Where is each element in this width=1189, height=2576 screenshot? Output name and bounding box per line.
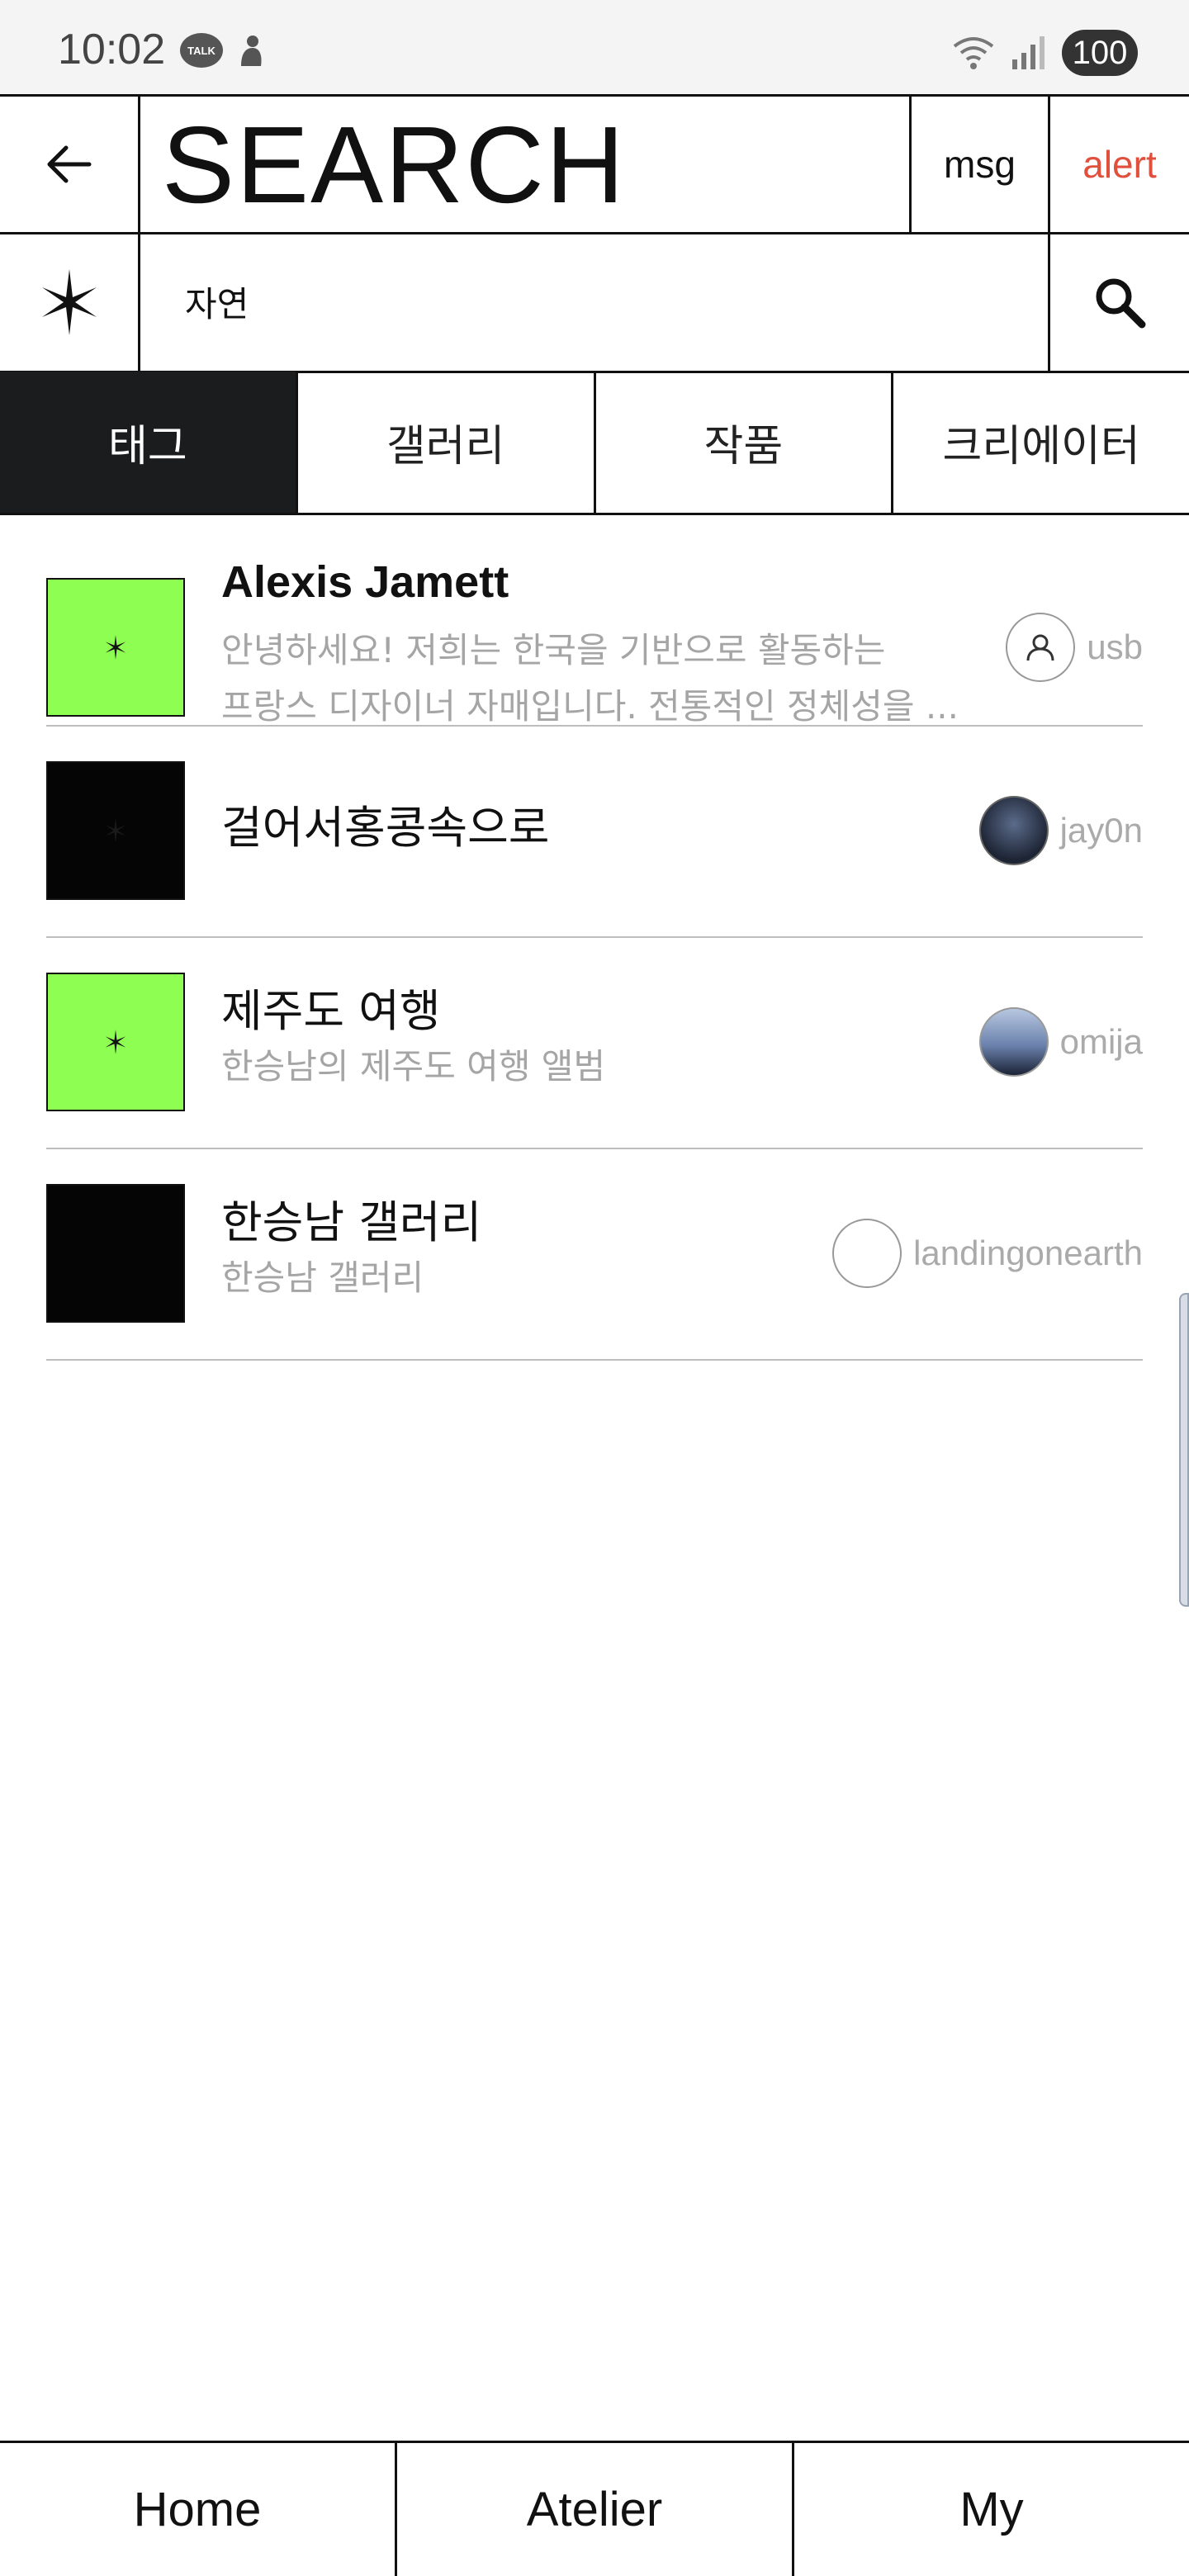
star-logo-icon xyxy=(105,1030,126,1054)
result-thumbnail xyxy=(46,973,185,1111)
avatar xyxy=(978,1007,1049,1077)
list-item[interactable]: Alexis Jamett 안녕하세요! 저희는 한국을 기반으로 활동하는 프… xyxy=(46,515,1143,727)
search-input[interactable]: 자연 xyxy=(140,233,1050,371)
creator-name: landingonearth xyxy=(913,1234,1143,1272)
page-title: SEARCH xyxy=(162,103,627,225)
star-logo-icon xyxy=(41,268,97,335)
result-description: 한승남의 제주도 여행 앨범 xyxy=(221,1046,606,1087)
tab-gallery[interactable]: 갤러리 xyxy=(298,372,596,513)
battery-indicator: 100 xyxy=(1062,30,1138,76)
nav-my[interactable]: My xyxy=(794,2443,1189,2576)
search-tabs: 태그 갤러리 작품 크리에이터 xyxy=(0,372,1189,515)
star-logo-icon xyxy=(105,818,126,843)
search-button[interactable] xyxy=(1050,233,1189,371)
header-bar: SEARCH msg alert xyxy=(0,94,1189,234)
creator-info[interactable]: omija xyxy=(978,1007,1143,1077)
tab-tag[interactable]: 태그 xyxy=(0,372,298,513)
tab-creator[interactable]: 크리에이터 xyxy=(893,372,1189,513)
bottom-navigation: Home Atelier My xyxy=(0,2441,1189,2576)
creator-name: omija xyxy=(1059,1022,1143,1061)
back-button[interactable] xyxy=(0,97,140,232)
creator-info[interactable]: jay0n xyxy=(978,796,1143,865)
result-thumbnail xyxy=(46,761,185,900)
creator-info[interactable]: landingonearth xyxy=(832,1219,1143,1288)
msg-button[interactable]: msg xyxy=(912,97,1050,232)
notification-person-icon xyxy=(241,36,262,66)
avatar xyxy=(832,1219,902,1288)
result-title: Alexis Jamett xyxy=(221,557,509,607)
signal-icon xyxy=(1012,36,1045,69)
scrollbar-handle[interactable] xyxy=(1179,1293,1189,1607)
result-thumbnail xyxy=(46,1184,185,1323)
nav-home[interactable]: Home xyxy=(0,2443,397,2576)
result-title: 제주도 여행 xyxy=(221,985,441,1037)
status-system-icons: 100 xyxy=(951,30,1138,76)
result-title: 걸어서홍콩속으로 xyxy=(221,802,550,854)
results-list: Alexis Jamett 안녕하세요! 저희는 한국을 기반으로 활동하는 프… xyxy=(46,515,1143,1361)
result-thumbnail xyxy=(46,578,185,717)
list-item[interactable]: 걸어서홍콩속으로 jay0n xyxy=(46,727,1143,938)
list-item[interactable]: 한승남 갤러리 한승남 갤러리 landingonearth xyxy=(46,1149,1143,1361)
status-notification-icons: TALK xyxy=(180,33,268,69)
arrow-left-icon xyxy=(47,145,91,183)
kakaotalk-icon: TALK xyxy=(180,33,223,68)
status-bar: 10:02 TALK 100 xyxy=(0,0,1189,94)
star-logo-icon xyxy=(105,635,126,660)
user-icon xyxy=(1026,634,1054,661)
result-description: 안녕하세요! 저희는 한국을 기반으로 활동하는 프랑스 디자이너 자매입니다.… xyxy=(221,623,1014,735)
wifi-icon xyxy=(953,37,994,69)
result-description-line: 안녕하세요! 저희는 한국을 기반으로 활동하는 xyxy=(221,630,886,670)
tab-artwork[interactable]: 작품 xyxy=(596,372,894,513)
result-title: 한승남 갤러리 xyxy=(221,1196,482,1248)
nav-atelier[interactable]: Atelier xyxy=(397,2443,794,2576)
logo-cell[interactable] xyxy=(0,233,140,371)
creator-name: usb xyxy=(1087,627,1143,666)
search-bar: 자연 xyxy=(0,233,1189,373)
creator-name: jay0n xyxy=(1059,811,1143,850)
avatar xyxy=(978,796,1049,865)
avatar xyxy=(1006,613,1076,682)
list-item[interactable]: 제주도 여행 한승남의 제주도 여행 앨범 omija xyxy=(46,938,1143,1149)
search-icon xyxy=(1096,278,1146,328)
alert-button[interactable]: alert xyxy=(1050,97,1189,232)
creator-info[interactable]: usb xyxy=(1006,613,1143,682)
status-time: 10:02 xyxy=(58,26,166,73)
page-title-cell: SEARCH xyxy=(140,97,912,232)
